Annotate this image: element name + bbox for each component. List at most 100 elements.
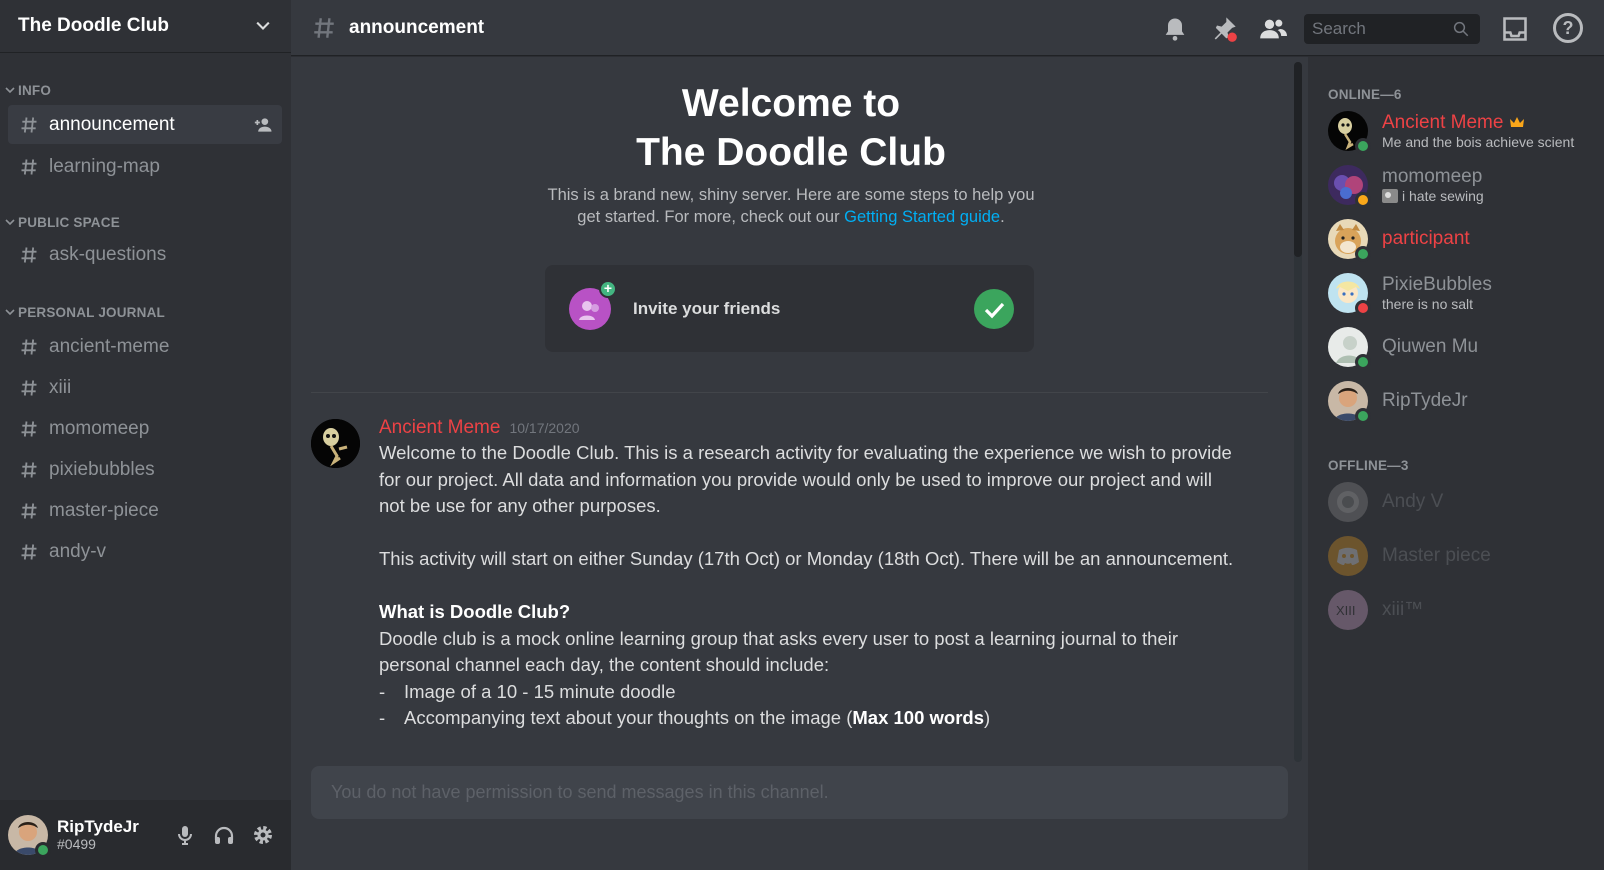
welcome-sub-line2: get started. For more, check out our Get… [291,206,1291,228]
channel-andy-v[interactable]: andy-v [8,531,282,572]
pin-icon[interactable] [1210,15,1238,43]
search-bar[interactable] [1304,14,1480,44]
member-momomeep[interactable]: momomeep i hate sewing [1328,162,1604,208]
message-author[interactable]: Ancient Meme [379,417,500,439]
welcome-title-line1: Welcome to [681,82,901,125]
getting-started-link[interactable]: Getting Started guide [844,208,1000,226]
server-name: The Doodle Club [18,15,169,36]
skeleton-avatar-image [311,419,360,468]
scroll-thumb[interactable] [1294,62,1302,257]
online-status-dot [1355,408,1371,424]
channel-label: momomeep [49,417,150,439]
category-journal-group: PERSONAL JOURNAL ancient-meme xiii momom… [0,302,291,572]
channel-sidebar: The Doodle Club INFO announcement learni… [0,0,291,870]
member-name: xiii™ [1382,599,1424,620]
custom-status-emoji-icon [1382,189,1398,203]
channel-master-piece[interactable]: master-piece [8,490,282,531]
list-item-text: Accompanying text about your thoughts on… [404,707,991,728]
chevron-down-icon[interactable] [253,16,273,36]
caret-down-icon [5,309,15,316]
member-status-text: i hate sewing [1402,188,1484,204]
list-item: - Image of a 10 - 15 minute doodle [379,679,1241,706]
member-name: PixieBubbles [1382,274,1492,295]
channel-label: announcement [49,113,175,135]
member-name: Andy V [1382,491,1444,512]
user-panel: RipTydeJr #0499 [0,800,291,870]
member-avatar-image [1328,482,1368,522]
channel-label: learning-map [49,155,160,177]
message-paragraph: This activity will start on either Sunda… [379,548,1234,569]
member-qiuwen-mu[interactable]: Qiuwen Mu [1328,324,1604,370]
channel-header: announcement ? [291,0,1604,56]
message: Ancient Meme 10/17/2020 Welcome to the D… [311,417,1241,732]
list-item-text: Image of a 10 - 15 minute doodle [404,680,676,702]
help-icon[interactable]: ? [1553,13,1583,43]
member-list-icon[interactable] [1259,15,1287,43]
welcome-subtitle: This is a brand new, shiny server. Here … [291,184,1291,228]
crown-icon [1510,117,1525,127]
headphones-icon[interactable] [212,823,236,847]
category-personal-journal[interactable]: PERSONAL JOURNAL [0,302,291,322]
plus-icon: + [599,279,617,298]
checkmark-icon [974,289,1014,329]
message-composer: You do not have permission to send messa… [311,766,1288,819]
scrollbar[interactable] [1294,62,1302,762]
channel-label: pixiebubbles [49,458,155,480]
channel-ancient-meme[interactable]: ancient-meme [8,326,282,367]
member-participant[interactable]: participant [1328,216,1604,262]
hash-icon [21,502,37,519]
welcome-title-line2: The Doodle Club [636,131,946,174]
idle-status-dot [1355,192,1371,208]
invite-friends-card[interactable]: + Invite your friends [545,265,1034,352]
list-dash: - [379,707,386,728]
channel-pixiebubbles[interactable]: pixiebubbles [8,449,282,490]
channel-label: andy-v [49,540,107,562]
add-member-icon[interactable] [254,115,274,135]
hash-icon [21,543,37,560]
member-riptydejr[interactable]: RipTydeJr [1328,378,1604,424]
online-status-dot [1355,354,1371,370]
welcome-title: Welcome to The Doodle Club [291,79,1291,177]
discord-default-avatar-icon [1328,536,1368,576]
online-status-dot [1355,138,1371,154]
search-input[interactable] [1312,19,1452,39]
caret-down-icon [5,87,15,94]
member-xiii[interactable]: XIII xiii™ [1328,587,1604,633]
member-ancient-meme[interactable]: Ancient Meme Me and the bois achieve sci… [1328,108,1604,154]
category-label: PERSONAL JOURNAL [18,304,165,320]
server-header[interactable]: The Doodle Club [0,0,291,53]
hash-icon [21,379,37,396]
channel-label: ancient-meme [49,335,170,357]
channel-announcement[interactable]: announcement [8,105,282,144]
user-info[interactable]: RipTydeJr #0499 [57,816,167,852]
channel-xiii[interactable]: xiii [8,367,282,408]
online-header: ONLINE—6 [1328,87,1402,102]
list-item: - Accompanying text about your thoughts o… [379,705,1241,732]
hash-icon [21,116,37,133]
notification-bell-icon[interactable] [1161,15,1189,43]
dnd-status-dot [1355,300,1371,316]
avatar[interactable] [311,419,360,468]
channel-learning-map[interactable]: learning-map [8,147,282,186]
hash-icon [21,246,37,263]
caret-down-icon [5,219,15,226]
inbox-icon[interactable] [1501,15,1529,43]
category-public-space[interactable]: PUBLIC SPACE [0,212,291,232]
avatar[interactable] [8,815,51,858]
channel-ask-questions[interactable]: ask-questions [8,235,282,274]
gear-icon[interactable] [251,823,275,847]
channel-momomeep[interactable]: momomeep [8,408,282,449]
channel-label: xiii [49,376,72,398]
category-public-group: PUBLIC SPACE ask-questions [0,212,291,274]
invite-friends-label: Invite your friends [633,298,781,318]
category-info[interactable]: INFO [0,80,291,100]
member-pixiebubbles[interactable]: PixieBubbles there is no salt [1328,270,1604,316]
username: RipTydeJr [57,816,139,836]
member-master-piece[interactable]: Master piece [1328,533,1604,579]
microphone-icon[interactable] [173,823,197,847]
member-andy-v[interactable]: Andy V [1328,479,1604,525]
member-name: participant [1382,228,1470,249]
discord-app: The Doodle Club INFO announcement learni… [0,0,1604,870]
invite-friends-icon: + [569,279,617,330]
channel-label: master-piece [49,499,159,521]
